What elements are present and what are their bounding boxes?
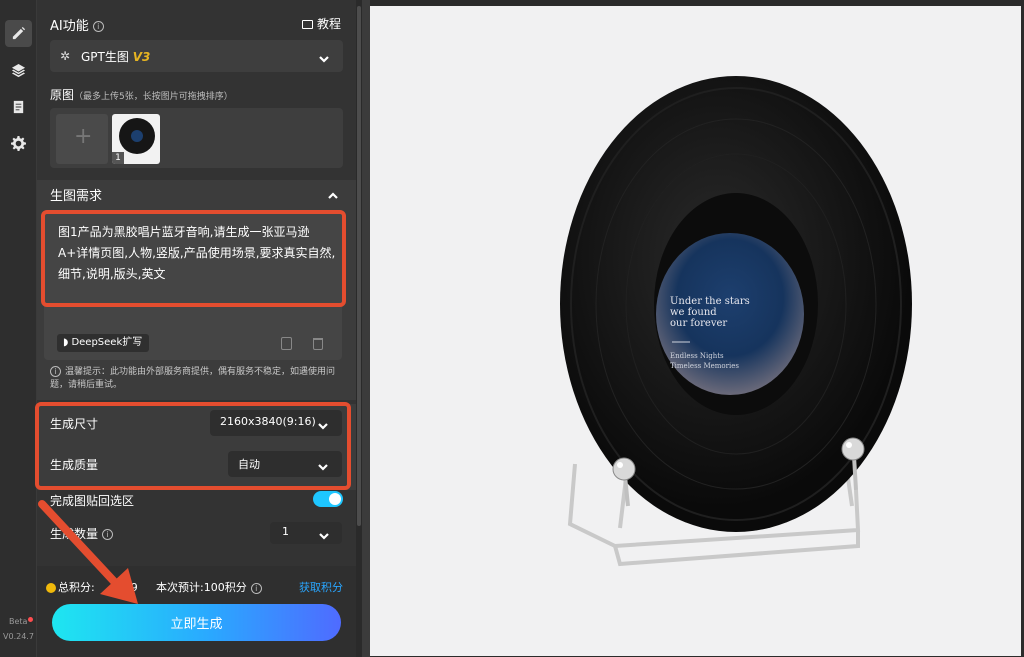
pencil-icon [12,26,26,40]
beta-label: Beta [9,617,34,626]
estimate-points: 本次预计:100积分 i [156,579,262,595]
scrollbar-thumb[interactable] [357,6,361,526]
tutorial-link[interactable]: 教程 [302,15,341,32]
layers-icon [11,63,26,78]
notice-info-icon: i [50,366,61,377]
chevron-down-icon [318,527,330,540]
panel-divider [362,0,370,657]
image-canvas[interactable]: Under the stars we found our forever End… [370,6,1021,656]
history-tool-button[interactable] [5,93,32,120]
clipboard-icon [13,100,24,114]
vinyl-product-image: Under the stars we found our forever End… [560,76,912,567]
source-thumbnail[interactable]: 1 [112,114,160,164]
trash-icon[interactable] [313,338,323,350]
notice-area: i 温馨提示：此功能由外部服务商提供，偶有服务不稳定，如遇使用问题，请稍后重试。 [50,366,336,390]
gear-icon [11,136,26,151]
count-label: 生成数量 i [50,525,114,542]
paste-icon[interactable] [281,337,292,350]
chevron-down-icon [318,50,330,63]
add-image-button[interactable]: + [56,114,108,164]
label-line-3: our forever [670,318,727,329]
partially-hidden-row [50,555,343,563]
settings-tool-button[interactable] [5,130,32,157]
count-value: 1 [282,525,289,538]
plus-icon: + [74,124,93,149]
settings-highlight-box [35,402,351,490]
paste-back-label: 完成图贴回选区 [50,494,135,508]
layers-tool-button[interactable] [5,57,32,84]
deepseek-expand-button[interactable]: ◗ DeepSeek扩写 [57,334,149,352]
model-name: GPT生图 V3 [81,50,151,64]
requirement-label: 生图需求 [50,189,103,204]
book-icon [302,20,313,29]
get-points-link[interactable]: 获取积分 [299,579,343,595]
coin-icon [46,583,56,593]
app-window: Beta V0.24.7 AI功能 i 教程 ✲ GPT生图 V3 原图（最多上传… [0,0,1024,657]
model-icon: ✲ [60,49,71,63]
label-line-2: we found [670,307,717,318]
total-points: 总积分: 079 [46,579,138,595]
label-line-5: Timeless Memories [670,362,739,370]
generate-button[interactable]: 立即生成 [52,604,341,641]
model-select[interactable]: ✲ GPT生图 V3 [50,40,343,72]
generate-button-label: 立即生成 [170,617,223,632]
count-select[interactable]: 1 [270,522,342,544]
beta-dot [28,617,34,622]
toggle-knob [329,493,341,505]
label-line-1: Under the stars [670,296,750,307]
count-info-icon[interactable]: i [102,529,114,540]
estimate-info-icon[interactable]: i [250,582,262,594]
info-icon[interactable]: i [92,21,104,32]
source-image-hint: （最多上传5张，长按图片可拖拽排序） [74,92,233,102]
tool-rail: Beta V0.24.7 [0,0,37,657]
version-label: V0.24.7 [3,632,34,641]
chevron-up-icon[interactable] [327,187,339,199]
prompt-highlight-box [41,210,346,307]
thumbnail-index: 1 [112,152,124,164]
model-version-badge: V3 [132,50,151,64]
source-image-label: 原图（最多上传5张，长按图片可拖拽排序） [50,88,233,102]
label-line-4: Endless Nights [670,352,724,360]
edit-tool-button[interactable] [5,20,32,47]
paste-back-toggle[interactable] [313,491,343,507]
ai-function-label: AI功能 i [50,15,104,34]
source-image-area: + 1 [50,108,343,168]
